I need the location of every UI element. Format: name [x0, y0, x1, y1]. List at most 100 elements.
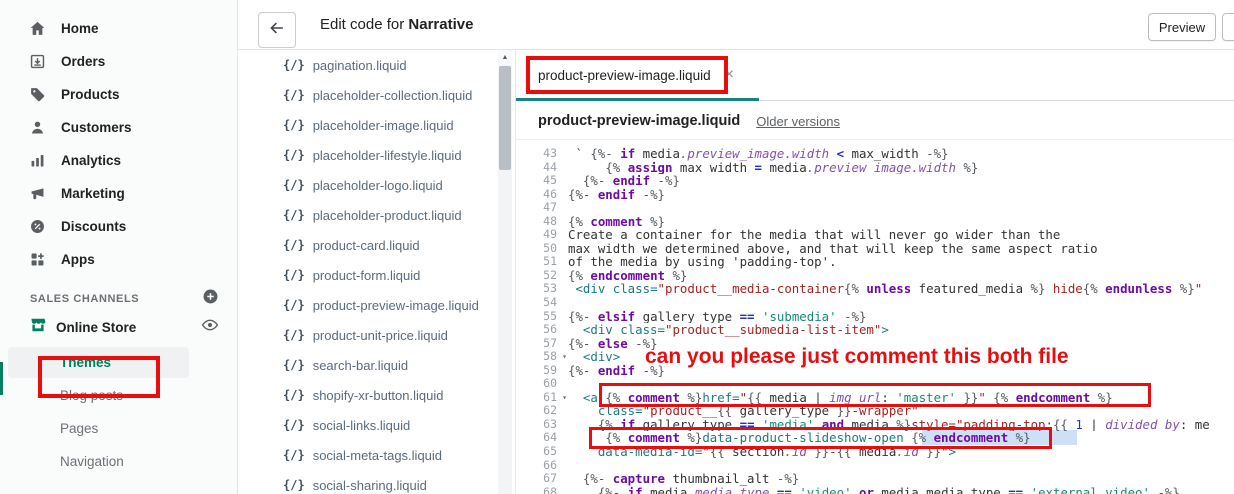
code-file-icon: {/}	[283, 298, 305, 312]
sidebar-item-online-store[interactable]: Online Store	[0, 312, 237, 342]
home-icon	[29, 20, 51, 37]
sidebar-item-label: Apps	[61, 252, 95, 267]
marketing-icon	[29, 185, 51, 202]
sidebar-item-themes[interactable]: Themes	[0, 346, 237, 379]
line-number: 63	[543, 416, 557, 431]
tab-label: product-preview-image.liquid	[538, 67, 711, 83]
line-number: 65	[543, 444, 557, 459]
sidebar-item-navigation[interactable]: Navigation	[0, 445, 237, 478]
file-item-search-bar-liquid[interactable]: {/} search-bar.liquid	[238, 350, 498, 380]
sidebar-item-label: Marketing	[61, 186, 125, 201]
line-number: 60	[543, 376, 557, 391]
products-icon	[29, 86, 51, 103]
code-line-48: 48 {% comment %}	[516, 214, 1234, 229]
sidebar-item-blog-posts[interactable]: Blog posts	[0, 379, 237, 412]
scrollbar-thumb[interactable]	[499, 66, 511, 170]
code-text: {%- if media.media_type == 'video' or me…	[597, 485, 1180, 494]
code-line-51: 51 of the media by using 'padding-top'.	[516, 255, 1234, 269]
sidebar-item-marketing[interactable]: Marketing	[0, 177, 237, 210]
line-number: 57	[543, 335, 557, 350]
older-versions-link[interactable]: Older versions	[756, 114, 840, 129]
code-file-icon: {/}	[283, 58, 305, 72]
code-line-52: 52 {% endcomment %}	[516, 268, 1234, 283]
code-text: {% if gallery_type == 'media' and media …	[597, 417, 1210, 432]
file-item-placeholder-lifestyle-liquid[interactable]: {/} placeholder-lifestyle.liquid	[238, 140, 498, 170]
sales-channels-label: SALES CHANNELS	[30, 293, 140, 305]
file-item-product-form-liquid[interactable]: {/} product-form.liquid	[238, 260, 498, 290]
add-sales-channel-icon[interactable]	[202, 288, 219, 310]
file-name: search-bar.liquid	[312, 357, 409, 373]
file-name: product-unit-price.liquid	[312, 327, 448, 343]
tab-bar-divider	[759, 100, 1234, 101]
file-name: placeholder-image.liquid	[312, 117, 454, 133]
code-editor-panel: product-preview-image.liquid × product-p…	[515, 50, 1234, 494]
file-item-shopify-xr-button-liquid[interactable]: {/} shopify-xr-button.liquid	[238, 380, 498, 410]
file-name: social-sharing.liquid	[312, 477, 427, 493]
code-line-63: 63 {% if gallery_type == 'media' and med…	[516, 416, 1234, 432]
sidebar-item-label: Orders	[61, 54, 106, 69]
file-item-social-links-liquid[interactable]: {/} social-links.liquid	[238, 410, 498, 440]
fold-arrow-icon[interactable]: ▾	[562, 350, 567, 364]
back-button[interactable]	[258, 12, 296, 48]
code-text: Create a container for the media that wi…	[568, 228, 1061, 242]
view-online-store-eye-icon[interactable]	[201, 316, 219, 339]
line-number: 61 ▾	[543, 389, 567, 405]
code-file-icon: {/}	[283, 448, 305, 462]
code-text: {%- endif -%}	[582, 174, 680, 188]
sub-item-label: Blog posts	[60, 388, 124, 403]
code-editor[interactable]: 43 ` {%- if media.preview_image.width < …	[516, 140, 1234, 494]
file-item-social-meta-tags-liquid[interactable]: {/} social-meta-tags.liquid	[238, 440, 498, 470]
customers-icon	[29, 119, 51, 136]
file-item-placeholder-product-liquid[interactable]: {/} placeholder-product.liquid	[238, 200, 498, 230]
sidebar-nav: Home Orders Products Customers Analytics Mark…	[0, 0, 237, 276]
analytics-icon	[29, 152, 51, 169]
tab-product-preview-image[interactable]: product-preview-image.liquid ×	[516, 50, 758, 100]
file-item-product-unit-price-liquid[interactable]: {/} product-unit-price.liquid	[238, 320, 498, 350]
annotation-text: can you please just comment this both fi…	[645, 345, 1069, 368]
code-line-61: 61 ▾ <a {% comment %}href="{{ media | img…	[516, 389, 1234, 405]
online-store-subnav: Themes Blog posts Pages Navigation	[0, 346, 237, 478]
file-item-placeholder-collection-liquid[interactable]: {/} placeholder-collection.liquid	[238, 80, 498, 110]
active-tab-underline	[516, 98, 759, 101]
sidebar-item-orders[interactable]: Orders	[0, 45, 237, 78]
code-text: <div class="product__submedia-list-item"…	[582, 323, 889, 337]
code-file-icon: {/}	[283, 388, 305, 402]
code-text: {% comment %}	[568, 214, 665, 229]
line-number: 47	[543, 200, 557, 215]
line-number: 44	[543, 159, 557, 174]
file-item-product-card-liquid[interactable]: {/} product-card.liquid	[238, 230, 498, 260]
file-item-pagination-liquid[interactable]: {/} pagination.liquid	[238, 50, 498, 80]
file-item-social-sharing-liquid[interactable]: {/} social-sharing.liquid	[238, 470, 498, 494]
file-item-placeholder-logo-liquid[interactable]: {/} placeholder-logo.liquid	[238, 170, 498, 200]
line-number: 67	[543, 471, 557, 486]
sidebar-item-apps[interactable]: Apps	[0, 243, 237, 276]
code-file-icon: {/}	[283, 208, 305, 222]
page-title: Edit code for Narrative	[320, 16, 474, 33]
sidebar-item-home[interactable]: Home	[0, 12, 237, 45]
code-text: {%- capture thumbnail_alt -%}	[582, 472, 800, 486]
scrollbar-up-arrow-icon[interactable]: ▲	[498, 50, 512, 65]
online-store-label: Online Store	[56, 319, 137, 335]
sidebar-item-analytics[interactable]: Analytics	[0, 144, 237, 177]
file-name: pagination.liquid	[312, 57, 407, 73]
sidebar-item-discounts[interactable]: Discounts	[0, 210, 237, 243]
fold-arrow-icon[interactable]: ▾	[562, 391, 567, 405]
sidebar-item-customers[interactable]: Customers	[0, 111, 237, 144]
file-name: social-meta-tags.liquid	[312, 447, 443, 463]
sidebar-item-pages[interactable]: Pages	[0, 412, 237, 445]
line-number: 68	[543, 484, 557, 494]
file-item-placeholder-image-liquid[interactable]: {/} placeholder-image.liquid	[238, 110, 498, 140]
preview-button[interactable]: Preview	[1148, 13, 1216, 41]
code-file-icon: {/}	[283, 118, 305, 132]
line-number: 50	[543, 240, 557, 255]
tab-close-icon[interactable]: ×	[725, 67, 734, 83]
file-item-product-preview-image-liquid[interactable]: {/} product-preview-image.liquid	[238, 290, 498, 320]
file-name: product-form.liquid	[312, 267, 421, 283]
file-list-scrollbar[interactable]: ▲	[498, 50, 512, 494]
line-number: 56	[543, 322, 557, 337]
partial-button[interactable]	[1222, 13, 1234, 41]
sidebar-item-products[interactable]: Products	[0, 78, 237, 111]
code-text: <a {% comment %}href="{{ media | img_url…	[582, 390, 1113, 405]
sidebar: Home Orders Products Customers Analytics Mark…	[0, 0, 238, 494]
